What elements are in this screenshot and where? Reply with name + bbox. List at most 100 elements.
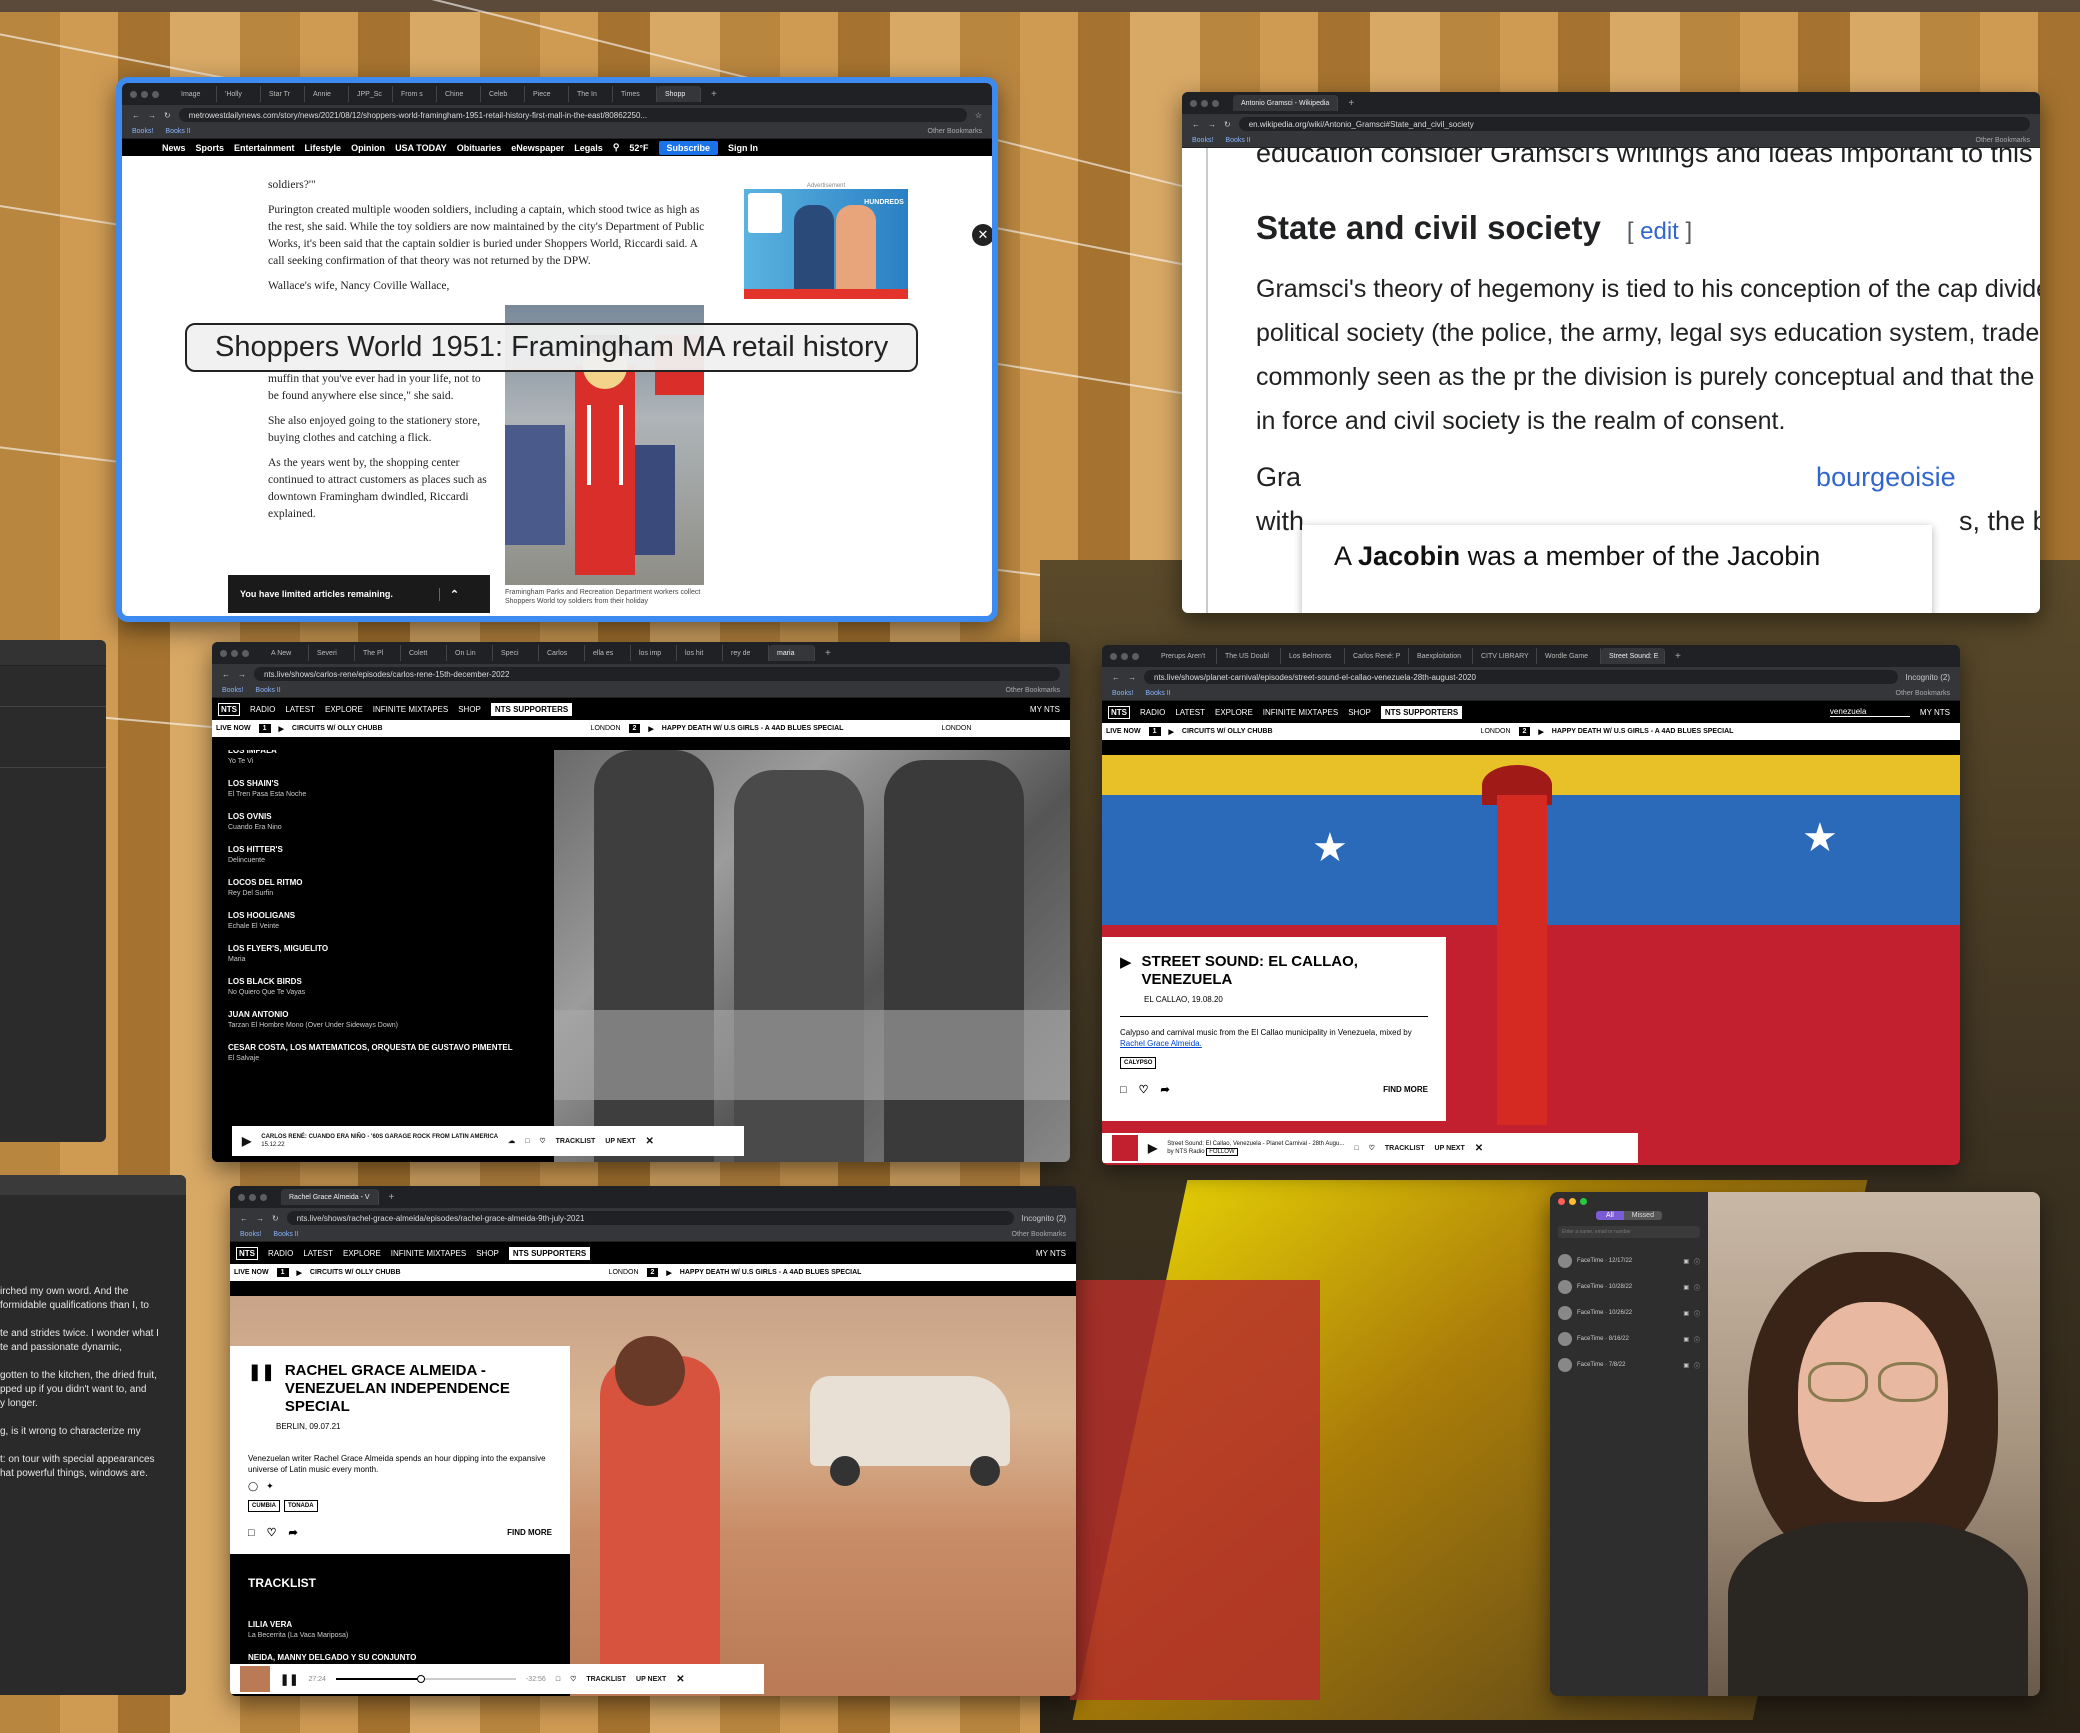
bookmark-books-ii[interactable]: Books II: [1225, 137, 1250, 144]
browser-tab[interactable]: The In: [569, 86, 613, 102]
play-icon[interactable]: ▶: [648, 725, 653, 733]
browser-tab[interactable]: Carlos René: P: [1345, 648, 1409, 664]
close-icon[interactable]: ✕: [1475, 1143, 1483, 1154]
browser-tab[interactable]: The Pl: [355, 645, 401, 661]
browser-tab[interactable]: On Lin: [447, 645, 493, 661]
browser-tab[interactable]: Wordle Game: [1537, 648, 1601, 664]
list-item[interactable]: LOS HOOLIGANS Echale El Veinte: [228, 911, 554, 930]
browser-tab[interactable]: 'Holly: [217, 86, 261, 102]
browser-tab[interactable]: Los Belmonts: [1281, 648, 1345, 664]
browser-tab[interactable]: Times: [613, 86, 657, 102]
channel-2-show[interactable]: HAPPY DEATH W/ U.S GIRLS - A 4AD BLUES S…: [1552, 728, 1734, 735]
play-icon[interactable]: ▶: [242, 1134, 251, 1148]
forward-icon[interactable]: →: [1208, 120, 1216, 129]
background-window-left[interactable]: [0, 640, 106, 1142]
limited-articles-banner[interactable]: You have limited articles remaining. ⌃: [228, 575, 490, 613]
nts-supporters-button[interactable]: NTS SUPPORTERS: [490, 702, 573, 716]
info-icon[interactable]: ⓘ: [1694, 1361, 1700, 1370]
up-next-button[interactable]: UP NEXT: [636, 1676, 666, 1683]
browser-tab[interactable]: The US Doubl: [1217, 648, 1281, 664]
heart-icon[interactable]: ♡: [267, 1526, 277, 1539]
bookmark-icon[interactable]: □: [1354, 1145, 1358, 1152]
nav-link-shop[interactable]: SHOP: [1348, 708, 1371, 717]
tracklist-button[interactable]: TRACKLIST: [586, 1676, 626, 1683]
channel-1-show[interactable]: CIRCUITS W/ OLLY CHUBB: [292, 725, 383, 732]
other-bookmarks[interactable]: Other Bookmarks: [928, 128, 982, 135]
my-nts-link[interactable]: MY NTS: [1920, 708, 1950, 717]
nts-street-sound-window[interactable]: Prerups Aren't The US Doubl Los Belmonts Ca…: [1102, 645, 1960, 1165]
nav-link-radio[interactable]: RADIO: [268, 1249, 293, 1258]
bookmark-icon[interactable]: □: [556, 1676, 560, 1683]
bookmark-books[interactable]: Books!: [1112, 690, 1133, 697]
browser-tab[interactable]: CITV LIBRARY: [1473, 648, 1537, 664]
heart-icon[interactable]: ♡: [1139, 1083, 1149, 1096]
audio-player[interactable]: ▶ CARLOS RENÉ: CUANDO ERA NIÑO - '60S GA…: [232, 1126, 744, 1156]
audio-player[interactable]: ▶ Street Sound: El Callao, Venezuela - P…: [1102, 1133, 1638, 1163]
list-item[interactable]: LOCOS DEL RITMO Rey Del Surfin: [228, 878, 554, 897]
bookmark-books-ii[interactable]: Books II: [1145, 690, 1170, 697]
share-icon[interactable]: ➦: [289, 1526, 298, 1539]
nav-link-shop[interactable]: SHOP: [476, 1249, 499, 1258]
new-tab-button[interactable]: +: [825, 648, 831, 659]
back-icon[interactable]: ←: [132, 111, 140, 120]
info-icon[interactable]: ⓘ: [1694, 1309, 1700, 1318]
bookmark-icon[interactable]: □: [1120, 1084, 1127, 1096]
notes-window[interactable]: irched my own word. And the formidable qu…: [0, 1175, 186, 1695]
nav-link-infinite-mixtapes[interactable]: INFINITE MIXTAPES: [391, 1249, 466, 1258]
bookmark-books-ii[interactable]: Books II: [273, 1231, 298, 1238]
tracklist-button[interactable]: TRACKLIST: [556, 1138, 596, 1145]
bookmark-books-ii[interactable]: Books II: [255, 687, 280, 694]
nav-link-explore[interactable]: EXPLORE: [1215, 708, 1253, 717]
bookmark-icon[interactable]: □: [525, 1138, 529, 1145]
nav-link-entertainment[interactable]: Entertainment: [234, 143, 295, 153]
edit-link[interactable]: edit: [1640, 218, 1679, 245]
channel-1-show[interactable]: CIRCUITS W/ OLLY CHUBB: [1182, 728, 1273, 735]
news-browser-window[interactable]: Image 'Holly Star Tr Annie JPP_Sc From s Chine…: [116, 77, 998, 622]
follow-button[interactable]: FOLLOW: [1206, 1148, 1238, 1156]
list-item[interactable]: JUAN ANTONIO Tarzan El Hombre Mono (Over …: [228, 1010, 554, 1029]
instagram-icon[interactable]: ◯: [248, 1481, 258, 1492]
list-item[interactable]: LOS FLYER'S, MIGUELITO Maria: [228, 944, 554, 963]
browser-tab[interactable]: JPP_Sc: [349, 86, 393, 102]
other-bookmarks[interactable]: Other Bookmarks: [1012, 1231, 1066, 1238]
channel-1-show[interactable]: CIRCUITS W/ OLLY CHUBB: [310, 1269, 401, 1276]
bourgeoisie-link[interactable]: bourgeoisie: [1816, 462, 1956, 492]
other-bookmarks[interactable]: Other Bookmarks: [1896, 690, 1950, 697]
browser-tab[interactable]: Carlos: [539, 645, 585, 661]
browser-tab[interactable]: Piece: [525, 86, 569, 102]
link-preview-popup[interactable]: A Jacobin was a member of the Jacobin: [1302, 525, 1932, 613]
call-row[interactable]: FaceTime · 8/16/22 ▣ ⓘ: [1558, 1326, 1700, 1352]
genre-tag[interactable]: TONADA: [284, 1500, 318, 1512]
new-tab-button[interactable]: +: [389, 1192, 395, 1203]
tracklist-button[interactable]: TRACKLIST: [1385, 1145, 1425, 1152]
nts-supporters-button[interactable]: NTS SUPPORTERS: [1380, 705, 1463, 719]
bookmark-books[interactable]: Books!: [240, 1231, 261, 1238]
bookmark-books-ii[interactable]: Books II: [165, 128, 190, 135]
play-icon[interactable]: ▶: [1538, 728, 1543, 736]
forward-icon[interactable]: →: [1128, 673, 1136, 682]
reload-icon[interactable]: ↻: [164, 111, 171, 120]
segment-missed[interactable]: Missed: [1623, 1211, 1662, 1220]
advertisement[interactable]: Advertisement HUNDREDS: [744, 183, 908, 305]
other-bookmarks[interactable]: Other Bookmarks: [1976, 137, 2030, 144]
genre-tag[interactable]: CUMBIA: [248, 1500, 280, 1512]
nav-link-lifestyle[interactable]: Lifestyle: [305, 143, 342, 153]
back-icon[interactable]: ←: [222, 670, 230, 679]
play-icon[interactable]: ▶: [1148, 1141, 1157, 1155]
nts-logo[interactable]: NTS: [218, 702, 240, 716]
heart-icon[interactable]: ♡: [539, 1137, 545, 1145]
close-ad-icon[interactable]: ✕: [972, 224, 992, 246]
nav-link-legals[interactable]: Legals: [574, 143, 603, 153]
search-icon[interactable]: ⚲: [613, 142, 620, 153]
nts-logo[interactable]: NTS: [236, 1246, 258, 1260]
back-icon[interactable]: ←: [1112, 673, 1120, 682]
browser-tab[interactable]: Annie: [305, 86, 349, 102]
up-next-button[interactable]: UP NEXT: [605, 1138, 635, 1145]
nav-link-latest[interactable]: LATEST: [1175, 708, 1205, 717]
nav-link-explore[interactable]: EXPLORE: [343, 1249, 381, 1258]
call-row[interactable]: FaceTime · 10/28/22 ▣ ⓘ: [1558, 1274, 1700, 1300]
browser-tab[interactable]: Street Sound: E: [1601, 648, 1665, 664]
close-icon[interactable]: ✕: [646, 1136, 654, 1147]
tab-nts[interactable]: Rachel Grace Almeida - V: [281, 1189, 379, 1205]
address-bar[interactable]: nts.live/shows/planet-carnival/episodes/…: [1144, 670, 1898, 684]
